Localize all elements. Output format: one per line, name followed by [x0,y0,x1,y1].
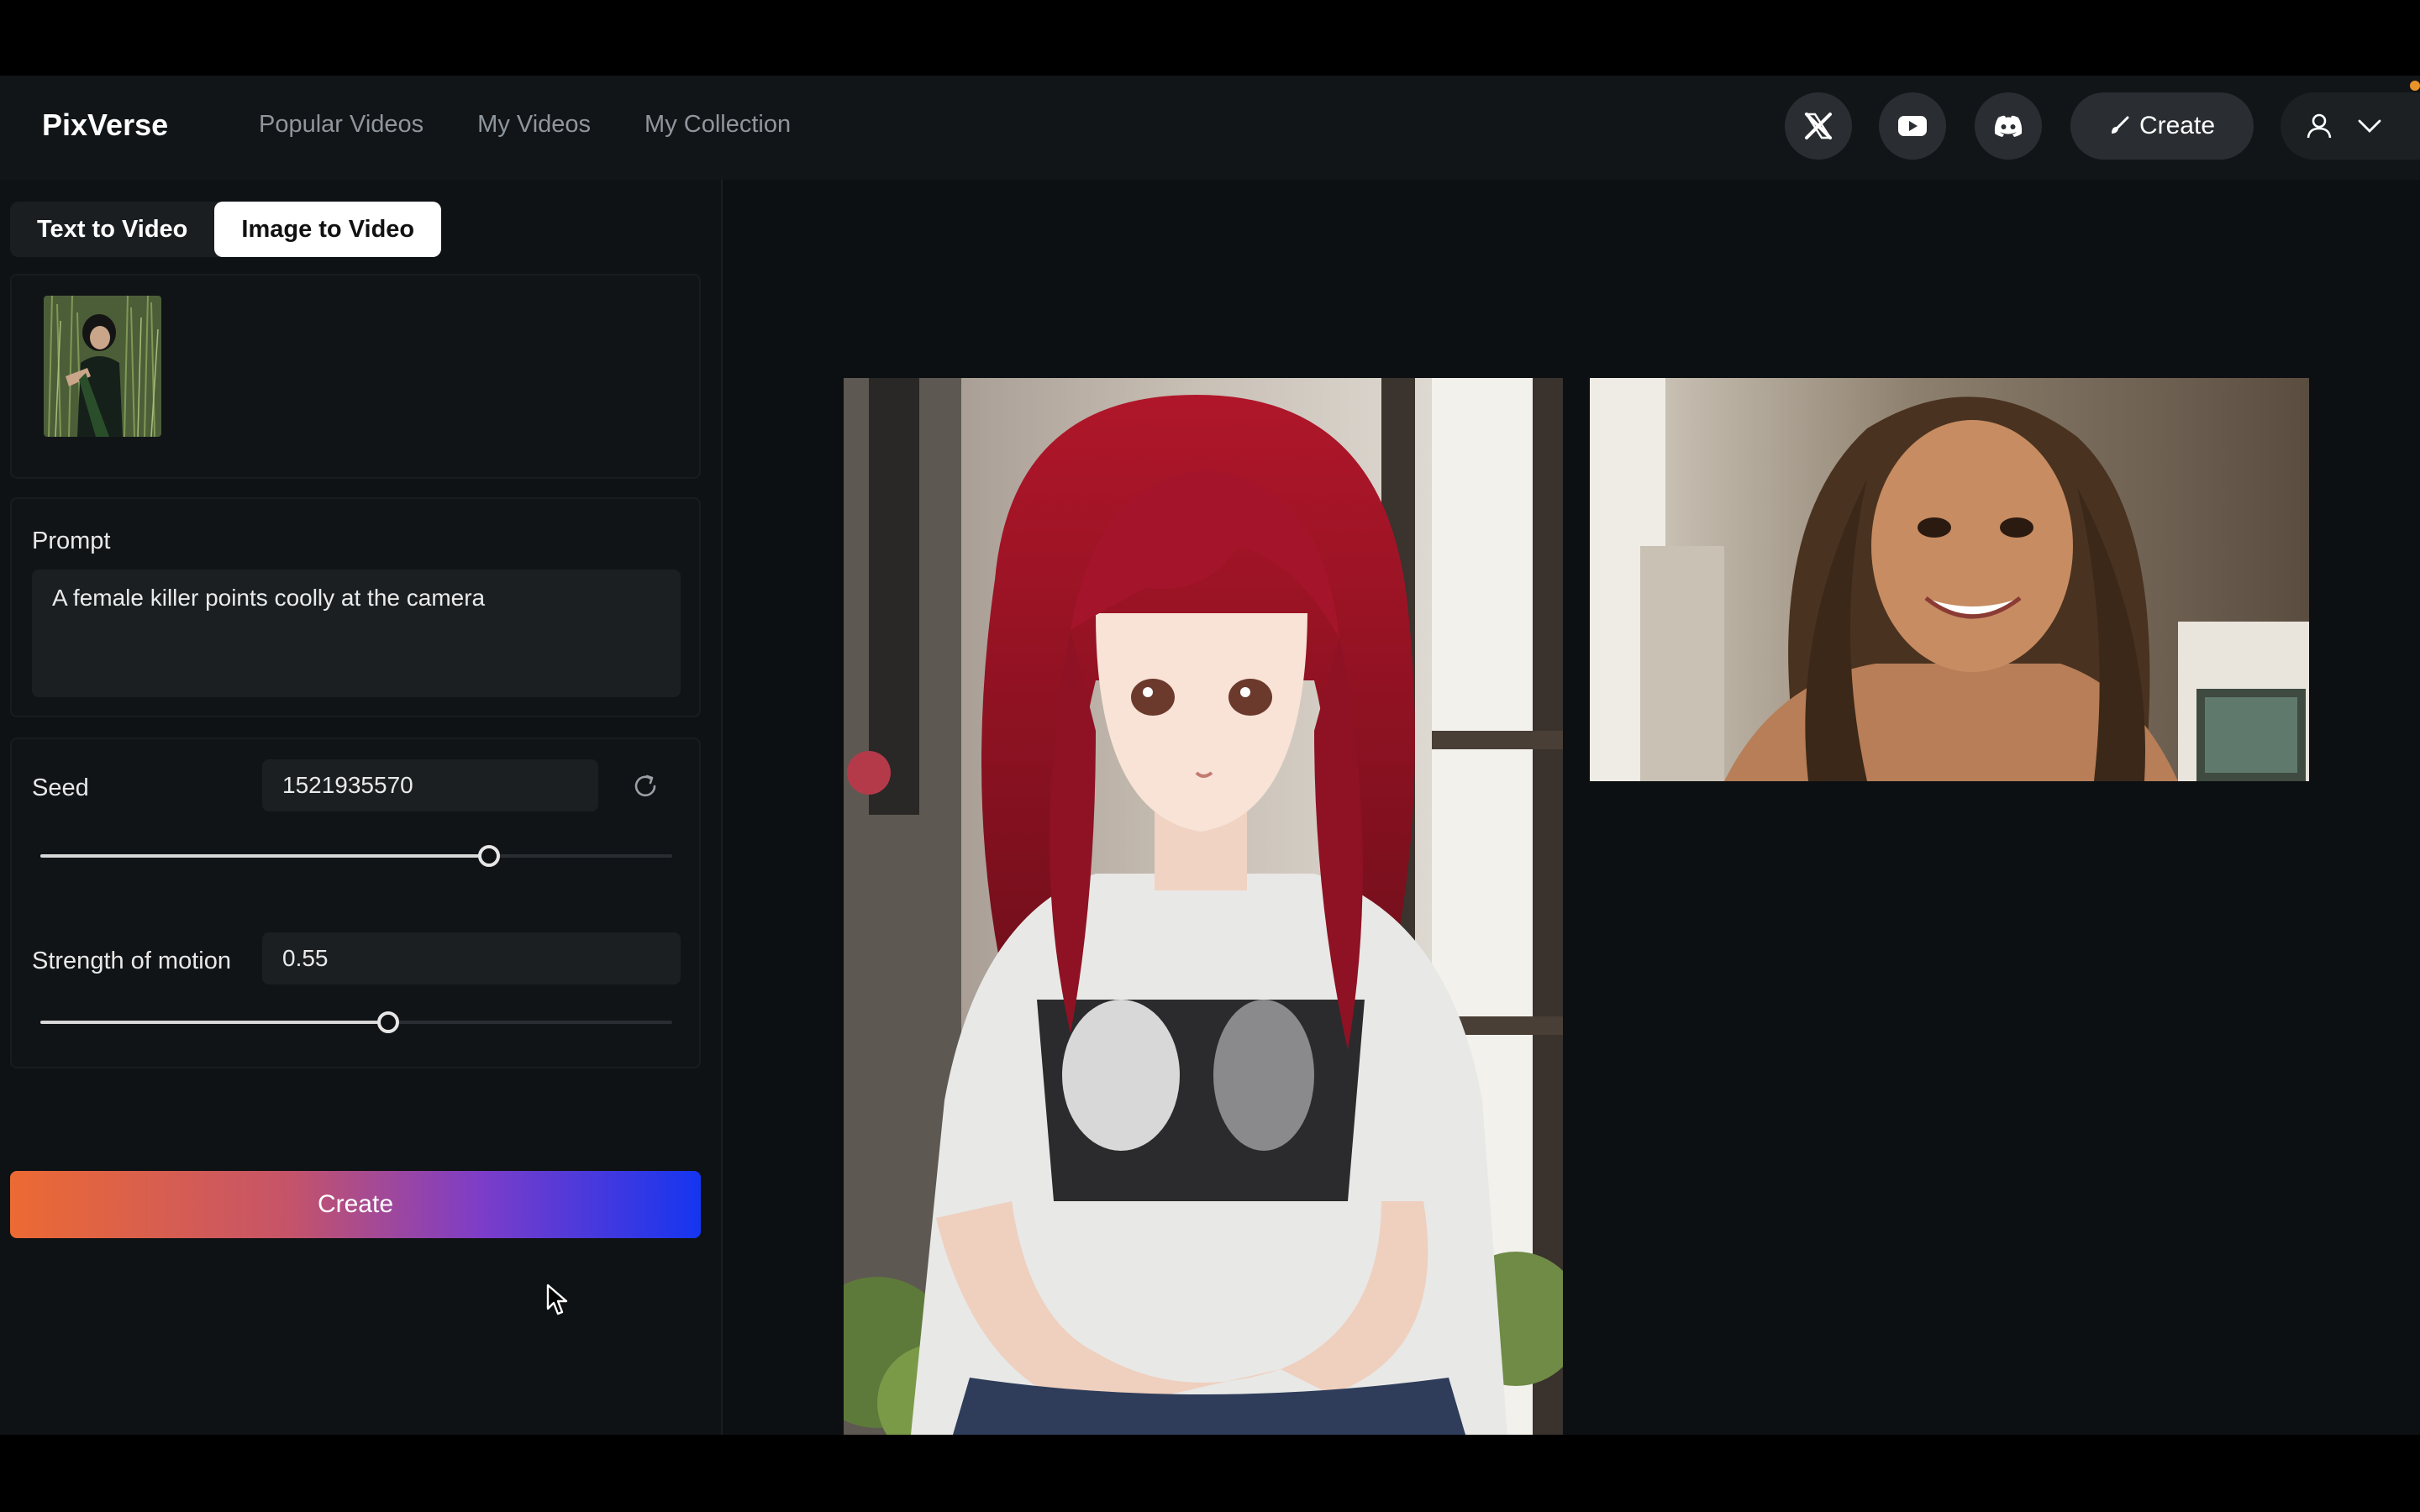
discord-icon [1994,115,2023,137]
prompt-card: Prompt A female killer points coolly at … [10,497,701,717]
seed-slider[interactable] [40,843,672,869]
notification-dot [2410,81,2420,91]
video-gallery [723,180,2420,1435]
nav-my-collection[interactable]: My Collection [644,111,791,139]
tab-text-to-video[interactable]: Text to Video [10,202,214,257]
settings-card: Seed 1521935570 Strength of motion 0.55 [10,738,701,1068]
header-create-label: Create [2139,112,2216,139]
motion-slider-fill [40,1021,388,1024]
create-button[interactable]: Create [10,1171,701,1238]
main-nav: Popular Videos My Videos My Collection [259,111,791,139]
motion-slider-handle[interactable] [377,1011,399,1033]
motion-label: Strength of motion [32,948,231,974]
uploaded-image-thumbnail[interactable] [44,296,161,437]
generation-panel: Text to Video Image to Video Prompt A fe… [0,180,723,1435]
x-button[interactable] [1785,92,1852,160]
header-create-button[interactable]: Create [2070,92,2254,160]
app-window: PixVerse Popular Videos My Videos My Col… [0,76,2420,1435]
chevron-down-icon [2358,119,2381,133]
motion-slider[interactable] [40,1010,672,1035]
image-upload-card[interactable] [10,274,701,479]
youtube-icon [1898,116,1927,136]
x-icon [1804,113,1833,139]
top-header: PixVerse Popular Videos My Videos My Col… [0,76,2420,181]
seed-label: Seed [32,774,89,801]
pixverse-logo[interactable]: PixVerse [42,108,168,143]
seed-slider-handle[interactable] [478,845,500,867]
mouse-cursor-icon [546,1284,568,1315]
discord-button[interactable] [1975,92,2042,160]
seed-slider-fill [40,854,489,858]
motion-input[interactable]: 0.55 [262,932,681,984]
brush-icon [2111,116,2129,134]
youtube-button[interactable] [1879,92,1946,160]
refresh-seed-icon[interactable] [632,773,659,800]
prompt-textarea[interactable]: A female killer points coolly at the cam… [32,570,681,697]
tab-image-to-video[interactable]: Image to Video [214,202,442,257]
user-icon [2307,113,2332,139]
video-card-anime-girl[interactable] [844,378,1563,1435]
prompt-label: Prompt [32,528,111,554]
seed-input[interactable]: 1521935570 [262,759,598,811]
nav-popular-videos[interactable]: Popular Videos [259,111,424,139]
user-menu[interactable] [2281,92,2420,160]
mode-tabs: Text to Video Image to Video [10,202,442,257]
nav-my-videos[interactable]: My Videos [477,111,591,139]
video-card-smiling-woman[interactable] [1590,378,2309,781]
